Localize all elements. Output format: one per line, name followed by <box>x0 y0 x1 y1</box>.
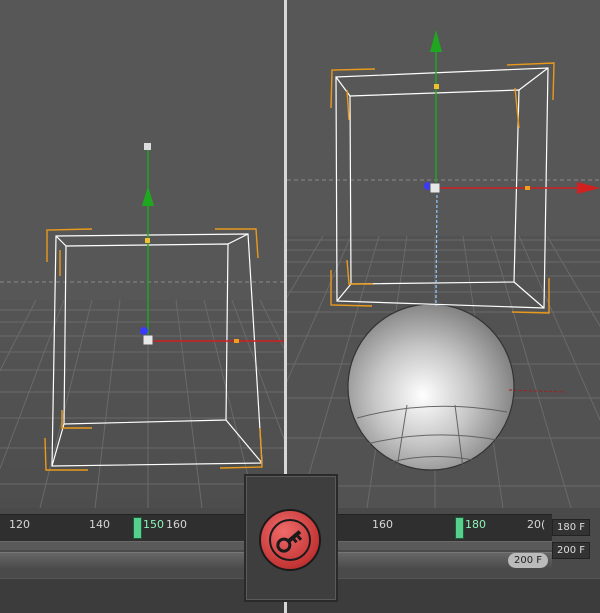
record-key-icon <box>269 519 311 561</box>
timeline-left: 120 140 150 160 <box>0 508 284 613</box>
range-end-pill[interactable]: 200 F <box>507 553 548 568</box>
tick-label: 140 <box>89 518 110 531</box>
viewport-right[interactable] <box>287 0 600 508</box>
app-window: 120 140 150 160 160 180 20( 180 F 200 F … <box>0 0 600 613</box>
keyframe-track[interactable] <box>0 542 284 550</box>
time-scrubber[interactable] <box>133 517 142 539</box>
current-frame-label: 150 <box>143 518 164 531</box>
transport-bar <box>0 578 284 613</box>
object-pivot[interactable] <box>429 182 441 194</box>
y-axis-handle[interactable] <box>144 143 151 150</box>
current-frame-label: 180 <box>465 518 486 531</box>
time-scrubber[interactable] <box>455 517 464 539</box>
z-axis-handle[interactable] <box>140 327 148 335</box>
record-key-panel <box>244 474 338 602</box>
tick-label: 120 <box>9 518 30 531</box>
tick-label: 160 <box>166 518 187 531</box>
object-pivot[interactable] <box>142 334 154 346</box>
end-frame-field[interactable]: 180 F <box>552 519 591 536</box>
range-slider[interactable] <box>0 552 284 569</box>
sphere-object[interactable] <box>347 303 515 471</box>
record-key-button[interactable] <box>259 509 321 571</box>
range-end-field[interactable]: 200 F <box>552 542 591 559</box>
tick-label: 160 <box>372 518 393 531</box>
tick-label: 20( <box>527 518 546 531</box>
viewport-right-canvas[interactable] <box>287 0 600 508</box>
time-ruler[interactable]: 120 140 150 160 <box>0 514 284 542</box>
viewport-left[interactable] <box>0 0 284 508</box>
viewport-left-canvas[interactable] <box>0 0 284 508</box>
